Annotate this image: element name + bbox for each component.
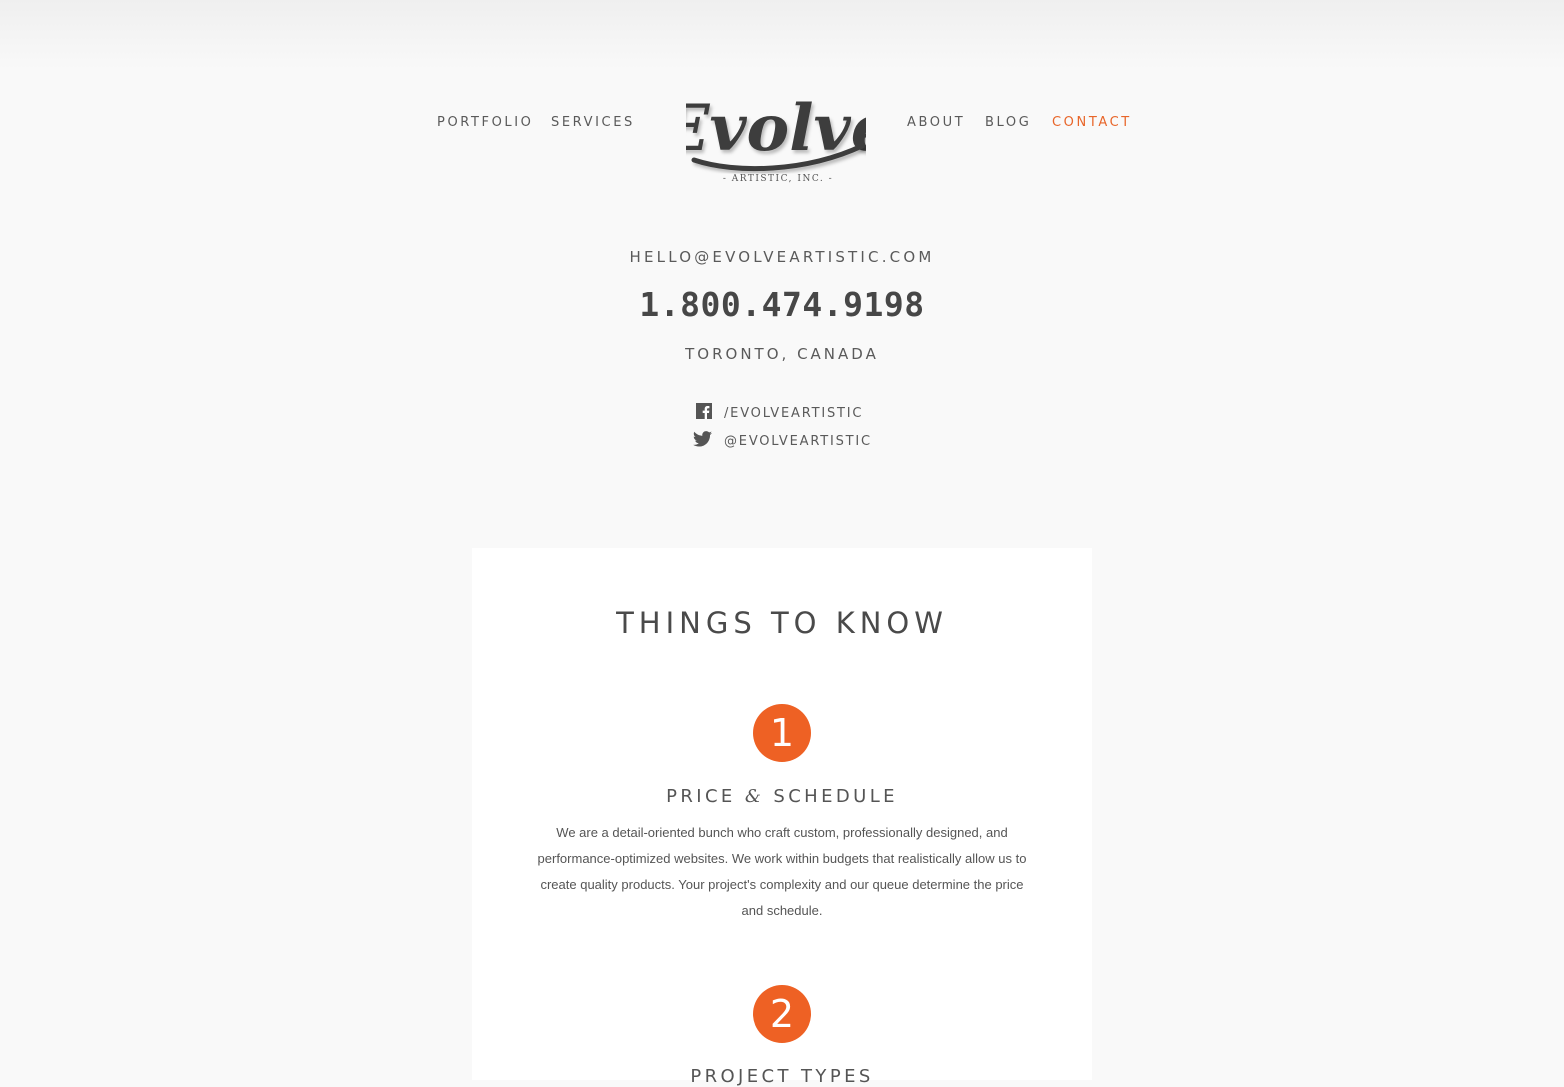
step-number-badge: 1 bbox=[753, 704, 811, 762]
twitter-handle: @EVOLVEARTISTIC bbox=[724, 433, 872, 449]
item-title-part: SCHEDULE bbox=[764, 786, 898, 807]
nav-contact[interactable]: CONTACT bbox=[1052, 115, 1132, 130]
contact-email[interactable]: HELLO@EVOLVEARTISTIC.COM bbox=[0, 248, 1564, 266]
contact-location: TORONTO, CANADA bbox=[685, 345, 879, 363]
nav-about[interactable]: ABOUT bbox=[907, 115, 965, 130]
facebook-link[interactable]: /EVOLVEARTISTIC bbox=[696, 403, 863, 423]
evolve-logo[interactable]: Evolve - ARTISTIC, INC. - bbox=[686, 62, 866, 187]
item-title-part: PRICE bbox=[666, 786, 745, 807]
nav-services[interactable]: SERVICES bbox=[551, 115, 635, 130]
item-title-project-types: PROJECT TYPES bbox=[690, 1066, 874, 1087]
things-to-know-title: THINGS TO KNOW bbox=[616, 606, 948, 640]
item-description: We are a detail-oriented bunch who craft… bbox=[537, 825, 1027, 918]
facebook-handle: /EVOLVEARTISTIC bbox=[724, 405, 864, 421]
twitter-link[interactable]: @EVOLVEARTISTIC bbox=[693, 431, 872, 451]
nav-blog[interactable]: BLOG bbox=[985, 115, 1031, 130]
item-title-price-schedule: PRICE & SCHEDULE bbox=[0, 786, 1564, 807]
step-number-badge: 2 bbox=[753, 985, 811, 1043]
twitter-icon bbox=[693, 431, 712, 451]
facebook-icon bbox=[696, 403, 712, 423]
ampersand: & bbox=[744, 786, 765, 807]
nav-portfolio[interactable]: PORTFOLIO bbox=[437, 115, 534, 130]
header-shade bbox=[0, 0, 1564, 70]
logo-tagline: - ARTISTIC, INC. - bbox=[723, 174, 833, 184]
contact-phone[interactable]: 1.800.474.9198 bbox=[0, 285, 1564, 324]
